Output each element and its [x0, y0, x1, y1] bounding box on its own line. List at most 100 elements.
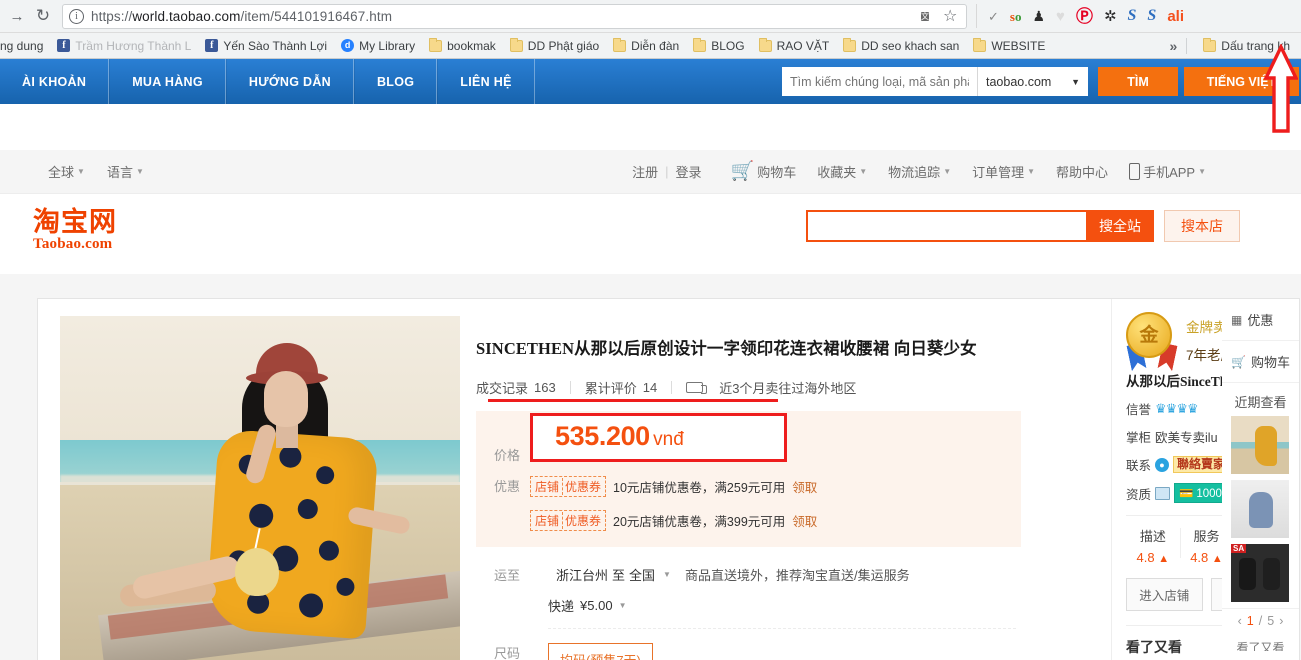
taobao-topbar: 全球 ▼ 语言 ▼ 注册 | 登录 🛒 购物车 收藏夹 ▼ 物流追踪 ▼ 订单管…	[0, 150, 1301, 194]
site-search-scope-select[interactable]: taobao.com ▼	[978, 67, 1088, 96]
bookmark-item[interactable]: ng dung	[0, 35, 50, 57]
rail-item-cart[interactable]: 🛒 购物车	[1222, 341, 1299, 383]
coupon-text: 20元店铺优惠卷，满399元可用	[613, 515, 786, 529]
bookmark-star-icon[interactable]: ☆	[943, 8, 960, 25]
product-main-image[interactable]	[60, 316, 460, 660]
size-option[interactable]: 均码(预售7天)	[548, 643, 653, 660]
bookmark-item[interactable]: Diễn đàn	[606, 35, 686, 57]
pinterest-extension-icon[interactable]: Ⓟ	[1076, 8, 1093, 25]
coupon-claim-link[interactable]: 领取	[792, 511, 817, 530]
recently-viewed-title: 近期查看	[1234, 395, 1287, 410]
coupon-claim-link[interactable]: 领取	[792, 477, 817, 496]
url-prefix: https://	[91, 8, 133, 24]
shield-blocked-icon[interactable]: ×	[899, 8, 916, 25]
product-gallery	[38, 299, 460, 660]
bookmark-item[interactable]: f Trầm Hương Thành L	[50, 35, 198, 57]
bookmark-item[interactable]: DD Phật giáo	[503, 35, 606, 57]
pager-prev[interactable]: ‹	[1238, 614, 1242, 628]
score-number: 4.8	[1190, 550, 1209, 565]
person-extension-icon[interactable]: ♟	[1032, 9, 1045, 23]
omnibox-icons: × 文 ☆	[899, 8, 960, 25]
seo-extension-icon[interactable]: so	[1010, 10, 1022, 23]
site-search-input[interactable]	[782, 67, 978, 96]
topbar-orders[interactable]: 订单管理 ▼	[972, 162, 1035, 181]
rail-item-label: 购物车	[1250, 355, 1290, 370]
bookmark-label: DD Phật giáo	[527, 38, 600, 53]
coupon-item: 店铺 优惠券 10元店铺优惠卷，满259元可用 领取	[530, 476, 817, 497]
site-nav-guide[interactable]: HƯỚNG DẪN	[225, 59, 354, 104]
topbar-region-selector[interactable]: 全球 ▼	[48, 162, 85, 181]
taobao-search-input[interactable]	[806, 210, 1086, 242]
folder-icon	[429, 37, 443, 52]
contact-seller-button[interactable]: 聯絡賣家	[1173, 456, 1230, 473]
topbar-help[interactable]: 帮助中心	[1056, 162, 1108, 181]
coupon-item: 店铺 优惠券 20元店铺优惠卷，满399元可用 领取	[530, 510, 817, 531]
main-content-area: SINCETHEN从那以后原创设计一字领印花连衣裙收腰裙 向日葵少女 成交记录 …	[0, 274, 1301, 660]
bookmark-item[interactable]: BLOG	[686, 35, 751, 57]
coupon-tag-shop: 店铺	[535, 478, 564, 495]
back-arrow-icon[interactable]: →	[4, 3, 30, 29]
chevron-down-icon: ▼	[135, 167, 144, 176]
topbar-logistics[interactable]: 物流追踪 ▼	[888, 162, 951, 181]
search-all-button[interactable]: 搜全站	[1086, 210, 1154, 242]
image-model-face	[264, 371, 308, 427]
similarweb2-extension-icon[interactable]: S	[1147, 8, 1156, 24]
translate-icon[interactable]: 文	[921, 8, 938, 25]
price-value: 535.200	[555, 421, 650, 451]
heart-extension-icon[interactable]: ♥	[1056, 9, 1065, 24]
chevron-overflow-icon[interactable]: »	[1169, 38, 1177, 54]
search-shop-button[interactable]: 搜本店	[1164, 210, 1240, 242]
register-link[interactable]: 注册	[632, 162, 658, 181]
thumbnail-item[interactable]	[1231, 416, 1289, 474]
ali-extension-icon[interactable]: ali	[1167, 9, 1184, 24]
thumbnail-item[interactable]: SA	[1231, 544, 1289, 602]
site-nav-contact[interactable]: LIÊN HỆ	[437, 59, 535, 104]
certificate-icon[interactable]	[1155, 486, 1171, 500]
reload-icon[interactable]: ↻	[30, 3, 56, 29]
gear-extension-icon[interactable]: ✲	[1104, 9, 1117, 24]
shipping-destination-select[interactable]: 全国	[629, 565, 655, 584]
folder-icon	[1203, 37, 1217, 52]
similarweb-extension-icon[interactable]: S	[1128, 8, 1137, 24]
site-nav-purchase[interactable]: MUA HÀNG	[109, 59, 226, 104]
topbar-favorites[interactable]: 收藏夹 ▼	[817, 162, 867, 181]
shipping-note: 商品直送境外，推荐淘宝直送/集运服务	[684, 568, 910, 583]
rail-item-coupon[interactable]: ▦ 优惠	[1222, 299, 1299, 341]
shipping-fee: ¥5.00	[580, 598, 613, 613]
login-link[interactable]: 登录	[676, 162, 702, 181]
product-info: SINCETHEN从那以后原创设计一字领印花连衣裙收腰裙 向日葵少女 成交记录 …	[438, 299, 1111, 660]
enter-shop-button[interactable]: 进入店铺	[1126, 578, 1203, 611]
bookmark-item[interactable]: bookmak	[422, 35, 503, 57]
chat-icon[interactable]: ●	[1155, 457, 1170, 472]
site-nav-blog[interactable]: BLOG	[353, 59, 438, 104]
bookmark-item[interactable]: d My Library	[334, 35, 422, 57]
info-icon[interactable]: i	[69, 8, 84, 24]
site-search-button[interactable]: TÌM	[1098, 67, 1178, 96]
annotation-arrow-up	[1264, 44, 1298, 133]
pager-next[interactable]: ›	[1279, 614, 1283, 628]
site-nav-account[interactable]: ÀI KHOẢN	[0, 59, 110, 104]
thumbnail-item[interactable]	[1231, 480, 1289, 538]
owner-name: 欧美专卖ilu	[1155, 431, 1218, 445]
chevron-down-icon[interactable]: ▼	[663, 570, 671, 579]
bookmark-item[interactable]: DD seo khach san	[836, 35, 966, 57]
image-model-dress	[205, 428, 379, 640]
topbar-language-selector[interactable]: 语言 ▼	[107, 162, 144, 181]
product-meta: 成交记录 163 累计评价 14 近3个月卖往过海外地区	[476, 378, 1111, 397]
rail-item-label: 优惠	[1247, 313, 1274, 328]
chevron-down-icon[interactable]: ▼	[619, 601, 627, 610]
rail-pager: ‹ 1 / 5 ›	[1222, 608, 1299, 633]
truck-icon	[686, 382, 708, 394]
chevron-down-icon: ▼	[943, 167, 952, 176]
checkmark-extension-icon[interactable]: ✓	[988, 10, 999, 23]
bookmark-item[interactable]: RAO VẶT	[752, 35, 837, 57]
address-bar[interactable]: i https://world.taobao.com/item/54410191…	[62, 3, 967, 29]
topbar-cart[interactable]: 🛒 购物车	[731, 162, 797, 181]
bookmark-item[interactable]: f Yến Sào Thành Lợi	[198, 35, 334, 57]
topbar-mobile-app[interactable]: 手机APP ▼	[1129, 162, 1206, 181]
taobao-logo[interactable]: 淘宝网 Taobao.com	[33, 208, 117, 253]
bookmark-label: Trầm Hương Thành L	[75, 38, 192, 53]
bookmark-item[interactable]: WEBSITE	[966, 35, 1052, 57]
bookmark-label: Yến Sào Thành Lợi	[223, 38, 328, 53]
